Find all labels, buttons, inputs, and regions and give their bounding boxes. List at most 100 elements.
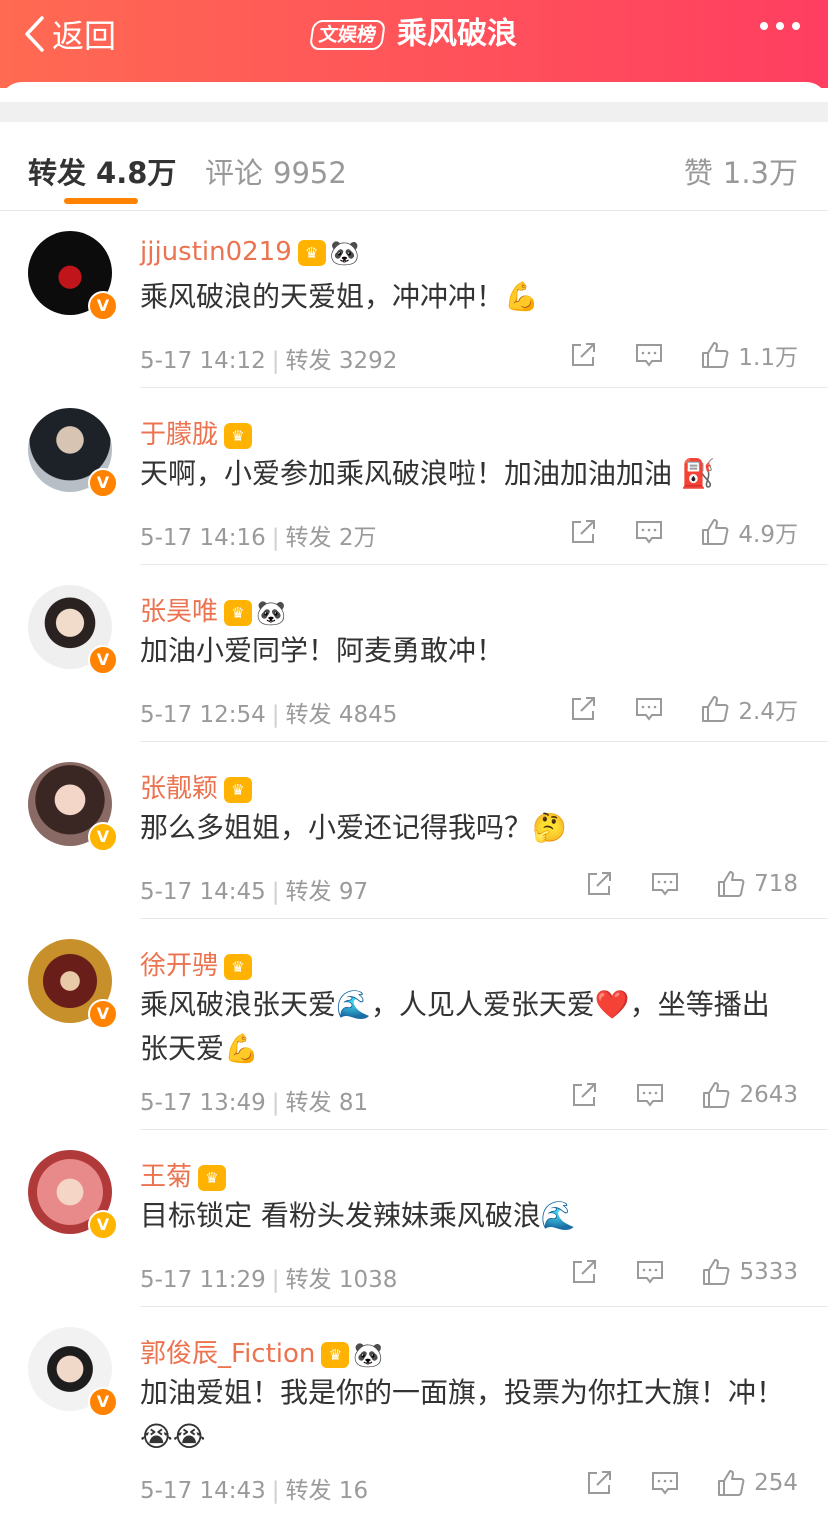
repost-label: 转发 <box>285 702 332 728</box>
user-name[interactable]: 张靓颖 <box>140 774 218 804</box>
share-button[interactable] <box>584 1468 614 1498</box>
post-meta: 5-17 12:54 | 转发 4845 <box>140 702 398 728</box>
comment-button[interactable] <box>634 340 664 370</box>
list-item[interactable]: V 张昊唯 ♛ 🐼 加油小爱同学！阿麦勇敢冲！ 5-17 12:54 | 转发 4845… <box>0 565 828 742</box>
like-button[interactable]: 2.4万 <box>700 692 798 726</box>
verified-v-icon: V <box>88 291 118 321</box>
repost-count: 81 <box>338 1090 369 1116</box>
tab-repost-label: 转发 <box>28 156 87 190</box>
comment-icon <box>636 344 663 367</box>
ranking-badge[interactable]: 文娱榜 <box>308 19 387 50</box>
share-button[interactable] <box>569 1257 599 1287</box>
user-name[interactable]: jjjustin0219 <box>140 237 292 267</box>
list-item[interactable]: V 张靓颖 ♛ 那么多姐姐，小爱还记得我吗？🤔 5-17 14:45 | 转发 97 … <box>0 742 828 919</box>
comment-button[interactable] <box>635 1080 665 1110</box>
panda-icon: 🐼 <box>353 1341 384 1369</box>
like-button[interactable]: 1.1万 <box>700 338 798 372</box>
user-name[interactable]: 张昊唯 <box>140 597 218 627</box>
comment-icon <box>652 873 679 896</box>
post-meta: 5-17 14:12 | 转发 3292 <box>140 348 398 374</box>
share-button[interactable] <box>568 340 598 370</box>
post-actions: 2643 <box>569 1080 798 1110</box>
post-actions: 2.4万 <box>568 692 798 726</box>
tab-comment-label: 评论 <box>205 156 264 190</box>
comment-button[interactable] <box>635 1257 665 1287</box>
list-item[interactable]: V 于朦胧 ♛ 天啊，小爱参加乘风破浪啦！加油加油加油 ⛽ 5-17 14:16 |… <box>0 388 828 565</box>
list-item[interactable]: V 郭俊辰_Fiction ♛ 🐼 加油爱姐！我是你的一面旗，投票为你扛大旗！冲！😭… <box>0 1307 828 1518</box>
repost-label: 转发 <box>285 1090 332 1116</box>
tab-like-count: 1.3万 <box>722 156 798 190</box>
share-button[interactable] <box>568 517 598 547</box>
post-time: 5-17 14:45 <box>140 879 266 905</box>
post-time: 5-17 13:49 <box>140 1090 266 1116</box>
more-dots-icon[interactable] <box>760 22 800 30</box>
user-name[interactable]: 郭俊辰_Fiction <box>140 1339 315 1369</box>
tab-comment[interactable]: 评论 9952 <box>205 150 347 192</box>
active-tab-indicator <box>64 198 138 204</box>
post-time: 5-17 12:54 <box>140 702 266 728</box>
share-icon <box>572 697 596 720</box>
repost-count: 16 <box>338 1478 369 1504</box>
tab-like-label: 赞 <box>683 156 713 190</box>
thumbs-up-icon <box>703 1082 730 1108</box>
repost-count: 97 <box>338 879 369 905</box>
like-count: 718 <box>754 871 798 897</box>
comment-icon <box>637 1084 664 1107</box>
like-button[interactable]: 4.9万 <box>700 515 798 549</box>
share-button[interactable] <box>568 694 598 724</box>
like-count: 254 <box>754 1470 798 1496</box>
post-content: 加油爱姐！我是你的一面旗，投票为你扛大旗！冲！😭😭 <box>140 1376 785 1453</box>
list-item[interactable]: V 徐开骋 ♛ 乘风破浪张天爱🌊，人见人爱张天爱❤️，坐等播出张天爱💪 5-17 … <box>0 919 828 1130</box>
like-button[interactable]: 254 <box>716 1468 798 1498</box>
like-count: 1.1万 <box>738 345 798 371</box>
repost-count: 4845 <box>338 702 398 728</box>
post-content: 天啊，小爱参加乘风破浪啦！加油加油加油 ⛽ <box>140 457 716 490</box>
comment-button[interactable] <box>634 694 664 724</box>
crown-icon: ♛ <box>224 954 253 980</box>
verified-v-icon: V <box>88 999 118 1029</box>
post-meta: 5-17 14:45 | 转发 97 <box>140 879 369 905</box>
post-actions: 1.1万 <box>568 338 798 372</box>
comment-button[interactable] <box>650 1468 680 1498</box>
post-content: 目标锁定 看粉头发辣妹乘风破浪🌊 <box>140 1199 576 1232</box>
share-button[interactable] <box>569 1080 599 1110</box>
user-name[interactable]: 于朦胧 <box>140 420 218 450</box>
thumbs-up-icon <box>718 1470 745 1496</box>
share-icon <box>588 1471 612 1494</box>
thumbs-up-icon <box>703 1259 730 1285</box>
like-button[interactable]: 2643 <box>701 1080 798 1110</box>
like-button[interactable]: 718 <box>716 869 798 899</box>
user-name[interactable]: 徐开骋 <box>140 951 218 981</box>
post-actions: 254 <box>584 1468 798 1498</box>
thumbs-up-icon <box>718 871 745 897</box>
share-button[interactable] <box>584 869 614 899</box>
comment-button[interactable] <box>634 517 664 547</box>
post-content: 加油小爱同学！阿麦勇敢冲！ <box>140 634 505 667</box>
share-icon <box>588 872 612 895</box>
post-meta: 5-17 14:43 | 转发 16 <box>140 1478 369 1504</box>
comment-button[interactable] <box>650 869 680 899</box>
post-content: 乘风破浪的天爱姐，冲冲冲！💪 <box>140 280 539 313</box>
post-meta: 5-17 14:16 | 转发 2万 <box>140 525 377 551</box>
tab-repost[interactable]: 转发 4.8万 <box>28 150 176 192</box>
post-actions: 718 <box>584 869 798 899</box>
tab-comment-count: 9952 <box>273 156 347 190</box>
share-icon <box>572 520 596 543</box>
tab-like[interactable]: 赞 1.3万 <box>684 150 798 192</box>
crown-icon: ♛ <box>198 1165 227 1191</box>
thumbs-up-icon <box>702 519 729 545</box>
panda-icon: 🐼 <box>329 239 360 267</box>
divider-band <box>0 102 828 122</box>
post-content: 乘风破浪张天爱🌊，人见人爱张天爱❤️，坐等播出张天爱💪 <box>140 988 770 1065</box>
verified-v-icon: V <box>88 1210 118 1240</box>
like-button[interactable]: 5333 <box>701 1257 798 1287</box>
header-bar: 返回 文娱榜 乘风破浪 <box>0 0 828 88</box>
user-name[interactable]: 王菊 <box>140 1162 192 1192</box>
repost-label: 转发 <box>285 348 332 374</box>
post-time: 5-17 14:12 <box>140 348 266 374</box>
list-item[interactable]: V 王菊 ♛ 目标锁定 看粉头发辣妹乘风破浪🌊 5-17 11:29 | 转发 103… <box>0 1130 828 1307</box>
list-item[interactable]: V jjjustin0219 ♛ 🐼 乘风破浪的天爱姐，冲冲冲！💪 5-17 14:… <box>0 211 828 388</box>
crown-icon: ♛ <box>224 600 253 626</box>
like-count: 4.9万 <box>738 522 798 548</box>
verified-v-icon: V <box>88 822 118 852</box>
